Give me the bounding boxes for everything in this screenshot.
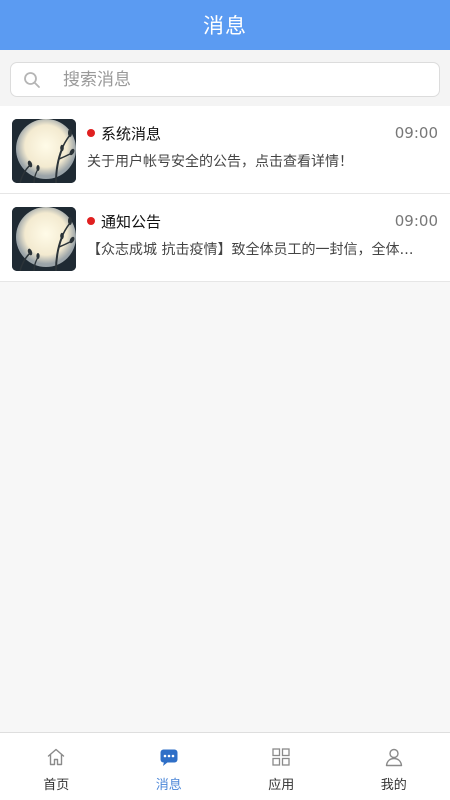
tab-label: 消息 — [155, 778, 182, 793]
tab-messages[interactable]: 消息 — [113, 733, 226, 800]
unread-dot — [87, 217, 95, 225]
home-icon — [45, 746, 67, 768]
message-time: 09:00 — [394, 124, 438, 142]
tab-apps[interactable]: 应用 — [225, 733, 338, 800]
message-header: 通知公告 09:00 — [87, 209, 438, 233]
message-preview: 【众志成城 抗击疫情】致全体员工的一封信，全体… — [87, 242, 414, 258]
user-icon — [383, 746, 405, 768]
message-title-wrap: 通知公告 — [87, 211, 161, 232]
avatar — [12, 119, 76, 183]
message-item-system[interactable]: 系统消息 09:00 关于用户帐号安全的公告，点击查看详情！ — [0, 106, 450, 194]
message-icon — [158, 746, 180, 768]
app-root: 消息 搜索消息 系统消息 09:00 关于用户帐号安全的公告，点击查看详情！ 通… — [0, 0, 450, 800]
message-body: 系统消息 09:00 关于用户帐号安全的公告，点击查看详情！ — [87, 119, 438, 171]
message-body: 通知公告 09:00 【众志成城 抗击疫情】致全体员工的一封信，全体… — [87, 207, 438, 259]
message-title-wrap: 系统消息 — [87, 123, 161, 144]
grid-icon — [270, 746, 292, 768]
message-title: 系统消息 — [101, 124, 162, 143]
message-item-notice[interactable]: 通知公告 09:00 【众志成城 抗击疫情】致全体员工的一封信，全体… — [0, 194, 450, 282]
unread-dot — [87, 129, 95, 137]
search-bar — [0, 50, 450, 106]
search-icon — [23, 71, 41, 89]
tab-label: 应用 — [268, 778, 295, 793]
tab-label: 我的 — [380, 778, 407, 793]
message-header: 系统消息 09:00 — [87, 121, 438, 145]
header: 消息 — [0, 0, 450, 50]
tab-profile[interactable]: 我的 — [338, 733, 450, 800]
search-box[interactable] — [10, 62, 440, 97]
message-title: 通知公告 — [101, 212, 162, 231]
message-preview: 关于用户帐号安全的公告，点击查看详情！ — [87, 154, 353, 170]
bottom-tabbar: 首页 消息 应用 我的 — [0, 732, 450, 800]
page-title: 消息 — [203, 14, 247, 38]
message-list: 系统消息 09:00 关于用户帐号安全的公告，点击查看详情！ 通知公告 09:0… — [0, 106, 450, 282]
tab-home[interactable]: 首页 — [0, 733, 113, 800]
tab-label: 首页 — [43, 778, 70, 793]
message-time: 09:00 — [394, 212, 438, 230]
avatar — [12, 207, 76, 271]
search-input[interactable] — [63, 69, 403, 90]
